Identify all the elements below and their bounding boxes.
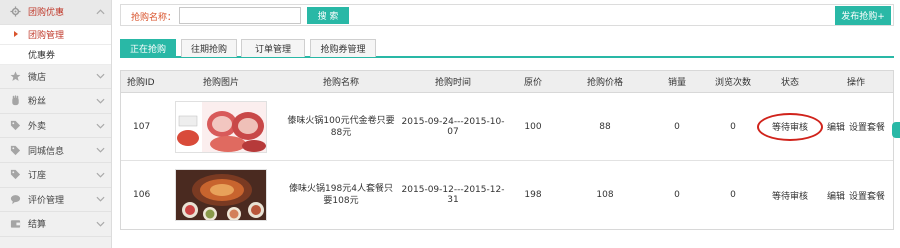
sidebar-item-city-info[interactable]: 同城信息 [0, 138, 111, 163]
tag-icon [10, 145, 21, 156]
row-actions: 编辑 设置套餐 [827, 120, 885, 133]
main-content: 抢购名称： 搜 索 发布抢购+ 正在抢购 往期抢购 订单管理 抢购券管理 抢购I… [112, 0, 900, 248]
caret-right-icon [14, 31, 18, 38]
tab-coupons[interactable]: 抢购券管理 [310, 39, 376, 57]
col-header-price: 抢购价格 [586, 78, 623, 88]
tab-orders[interactable]: 订单管理 [241, 39, 305, 57]
sidebar-item-coupon[interactable]: 优惠券 [0, 44, 111, 65]
row-id: 107 [133, 121, 151, 132]
chevron-down-icon [96, 172, 105, 178]
row-views: 0 [730, 121, 736, 132]
row-time: 2015-09-24---2015-10-07 [401, 116, 505, 137]
hand-icon [10, 95, 21, 106]
comment-icon [10, 194, 21, 205]
chevron-down-icon [96, 197, 105, 202]
row-actions: 编辑 设置套餐 [827, 189, 885, 202]
sidebar-group-groupbuy[interactable]: 团购优惠 [0, 0, 111, 25]
sidebar-item-reservation[interactable]: 订座 [0, 163, 111, 188]
sidebar-item-label: 粉丝 [28, 97, 47, 108]
tab-ongoing[interactable]: 正在抢购 [120, 39, 176, 57]
sidebar-item-settlement[interactable]: 结算 [0, 212, 111, 237]
sidebar-item-label: 外卖 [28, 122, 47, 133]
chevron-down-icon [96, 123, 105, 129]
sidebar-item-label: 团购管理 [28, 30, 65, 41]
publish-button[interactable]: 发布抢购+ [835, 6, 891, 25]
gear-icon [10, 6, 21, 17]
search-label: 抢购名称： [131, 13, 177, 23]
tab-bar: 正在抢购 往期抢购 订单管理 抢购券管理 [120, 38, 894, 58]
table-header: 抢购ID 抢购图片 抢购名称 抢购时间 原价 抢购价格 销量 浏览次数 状态 操… [121, 71, 893, 93]
chevron-down-icon [96, 98, 105, 104]
row-sales: 0 [674, 121, 680, 132]
col-header-time: 抢购时间 [434, 78, 471, 88]
tag-icon [10, 120, 21, 131]
chevron-down-icon [96, 221, 105, 227]
set-package-link[interactable]: 设置套餐 [849, 189, 885, 202]
sidebar-item-fans[interactable]: 粉丝 [0, 89, 111, 114]
row-sales: 0 [674, 190, 680, 200]
product-image[interactable] [175, 100, 267, 153]
table-row: 107 傣味火锅100元代金卷只要88元 2015-09-24---2015-1… [121, 93, 893, 161]
sidebar-item-label: 订座 [28, 171, 47, 182]
row-orig-price: 100 [524, 121, 542, 132]
chevron-up-icon [96, 9, 105, 15]
col-header-sales: 销量 [667, 78, 686, 88]
col-header-status: 状态 [780, 78, 799, 88]
tag-icon [10, 169, 21, 180]
col-header-image: 抢购图片 [202, 78, 239, 88]
row-price: 88 [599, 121, 611, 132]
tab-past[interactable]: 往期抢购 [181, 39, 237, 57]
row-views: 0 [730, 190, 736, 200]
row-time: 2015-09-12---2015-12-31 [401, 185, 505, 205]
sidebar-item-label: 优惠券 [28, 50, 56, 61]
col-header-actions: 操作 [846, 78, 865, 88]
product-name: 傣味火锅198元4人套餐只要108元 [289, 184, 393, 206]
search-button[interactable]: 搜 索 [307, 7, 349, 24]
col-header-id: 抢购ID [127, 78, 155, 88]
chevron-down-icon [96, 147, 105, 153]
col-header-views: 浏览次数 [714, 78, 751, 88]
status-badge: 等待审核 [771, 191, 808, 202]
star-icon [10, 71, 21, 82]
sidebar-item-label: 微店 [28, 72, 47, 83]
sidebar-item-groupbuy-manage[interactable]: 团购管理 [0, 24, 111, 45]
sidebar-item-label: 评价管理 [28, 195, 65, 206]
table-row: 106 傣味火锅198元4人套餐只要108元 2015-09-12---2015… [121, 161, 893, 229]
edit-link[interactable]: 编辑 [827, 189, 845, 202]
product-image[interactable] [175, 169, 267, 221]
sidebar-group-label: 团购优惠 [28, 8, 65, 19]
sidebar: 团购优惠 团购管理 优惠券 微店 粉丝 外卖 同城信息 订座 评价管理 结算 [0, 0, 112, 248]
groupbuy-table: 抢购ID 抢购图片 抢购名称 抢购时间 原价 抢购价格 销量 浏览次数 状态 操… [120, 70, 894, 230]
sidebar-item-reviews[interactable]: 评价管理 [0, 188, 111, 213]
edit-link[interactable]: 编辑 [827, 120, 845, 133]
row-orig-price: 198 [524, 190, 542, 200]
row-price: 108 [596, 190, 614, 200]
highlight-circle [757, 112, 823, 141]
side-scroll-tab[interactable] [892, 122, 900, 138]
row-id: 106 [133, 190, 151, 200]
col-header-orig-price: 原价 [523, 78, 542, 88]
product-name: 傣味火锅100元代金卷只要88元 [287, 115, 395, 138]
search-input[interactable] [179, 7, 301, 24]
wallet-icon [10, 218, 21, 229]
search-bar: 抢购名称： 搜 索 发布抢购+ [120, 4, 894, 26]
col-header-name: 抢购名称 [322, 78, 359, 88]
sidebar-item-weidian[interactable]: 微店 [0, 65, 111, 90]
sidebar-item-takeout[interactable]: 外卖 [0, 114, 111, 139]
chevron-down-icon [96, 74, 105, 80]
set-package-link[interactable]: 设置套餐 [849, 120, 885, 133]
sidebar-item-label: 结算 [28, 220, 47, 231]
sidebar-item-label: 同城信息 [28, 146, 65, 157]
